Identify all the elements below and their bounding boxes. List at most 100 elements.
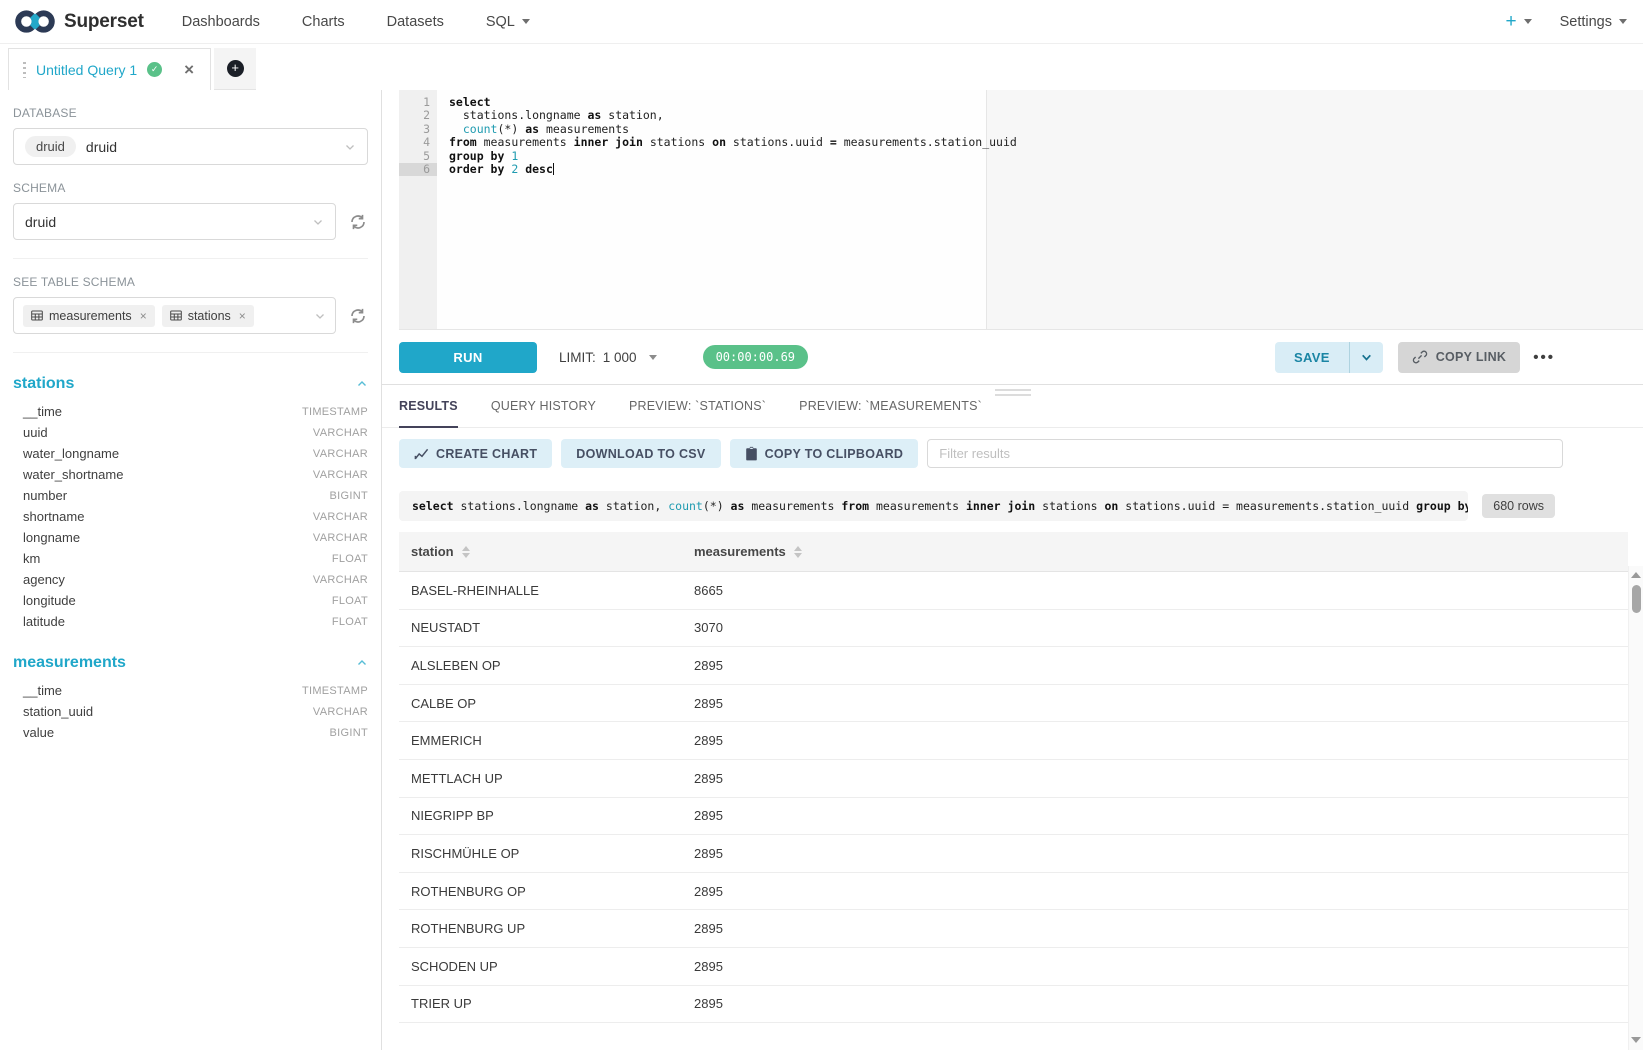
- schema-column-water-shortname: water_shortnameVARCHAR: [13, 464, 368, 485]
- results-scrollbar[interactable]: [1628, 566, 1643, 1050]
- cell-station: METTLACH UP: [399, 771, 682, 786]
- see-table-schema-label: SEE TABLE SCHEMA: [13, 275, 368, 289]
- table-pill-stations[interactable]: stations×: [162, 305, 254, 327]
- schema-column-time: __timeTIMESTAMP: [13, 680, 368, 701]
- schema-column-uuid: uuidVARCHAR: [13, 422, 368, 443]
- code-line-2: stations.longname as station,: [449, 109, 1643, 122]
- row-count-badge: 680 rows: [1482, 494, 1555, 518]
- chart-icon: [414, 446, 429, 461]
- query-timer-badge: 00:00:00.69: [703, 345, 808, 369]
- results-tab-results[interactable]: RESULTS: [399, 399, 458, 428]
- table-row: ALSLEBEN OP2895: [399, 647, 1628, 685]
- column-header-station[interactable]: station: [399, 544, 682, 559]
- schema-value: druid: [25, 214, 56, 230]
- query-tab-title: Untitled Query 1: [36, 62, 137, 78]
- cell-station: ROTHENBURG OP: [399, 884, 682, 899]
- clipboard-icon: [745, 446, 758, 461]
- sort-icon[interactable]: [462, 546, 470, 558]
- schema-column-longname: longnameVARCHAR: [13, 527, 368, 548]
- link-icon: [1412, 349, 1428, 365]
- cell-measurements: 2895: [682, 733, 1628, 748]
- table-grid-icon: [31, 310, 43, 321]
- scroll-down-icon[interactable]: [1631, 1037, 1641, 1043]
- nav-item-sql[interactable]: SQL: [486, 14, 530, 30]
- download-csv-button[interactable]: DOWNLOAD TO CSV: [561, 439, 720, 468]
- table-schema-select[interactable]: measurements× stations×: [13, 297, 336, 334]
- cell-measurements: 2895: [682, 808, 1628, 823]
- cell-measurements: 2895: [682, 921, 1628, 936]
- results-tab-preview-measurements[interactable]: PREVIEW: `MEASUREMENTS`: [799, 399, 982, 427]
- chevron-down-icon: [344, 141, 356, 153]
- code-line-4: from measurements inner join stations on…: [449, 136, 1643, 149]
- run-button[interactable]: RUN: [399, 342, 537, 373]
- table-row: NIEGRIPP BP2895: [399, 798, 1628, 836]
- cell-station: NEUSTADT: [399, 620, 682, 635]
- refresh-schema-icon[interactable]: [348, 213, 368, 231]
- cell-station: RISCHMÜHLE OP: [399, 846, 682, 861]
- cell-measurements: 2895: [682, 884, 1628, 899]
- add-tab-button[interactable]: +: [214, 48, 256, 90]
- column-header-measurements[interactable]: measurements: [682, 544, 1628, 559]
- settings-menu[interactable]: Settings: [1560, 14, 1627, 30]
- pane-resize-handle-icon[interactable]: [995, 389, 1031, 399]
- drag-handle-icon[interactable]: [23, 62, 26, 78]
- scrollbar-thumb[interactable]: [1632, 585, 1641, 613]
- results-tab-query-history[interactable]: QUERY HISTORY: [491, 399, 596, 427]
- table-row: CALBE OP2895: [399, 685, 1628, 723]
- sort-icon[interactable]: [794, 546, 802, 558]
- editor-toolbar: RUN LIMIT: 1 000 00:00:00.69 SAVE: [382, 330, 1643, 384]
- cell-station: EMMERICH: [399, 733, 682, 748]
- executed-query-preview[interactable]: select stations.longname as station, cou…: [399, 491, 1468, 521]
- cell-measurements: 2895: [682, 658, 1628, 673]
- database-label: DATABASE: [13, 106, 368, 120]
- chevron-up-icon[interactable]: [356, 657, 368, 669]
- remove-pill-icon[interactable]: ×: [239, 309, 246, 323]
- cell-station: ROTHENBURG UP: [399, 921, 682, 936]
- save-button[interactable]: SAVE: [1275, 342, 1349, 373]
- code-line-1: select: [449, 96, 1643, 109]
- create-chart-button[interactable]: CREATE CHART: [399, 439, 552, 468]
- tab-untitled-query[interactable]: Untitled Query 1 ✓ ×: [8, 48, 211, 90]
- top-nav: Superset Dashboards Charts Datasets SQL + S…: [0, 0, 1643, 44]
- schema-table-measurements[interactable]: measurements: [13, 654, 368, 672]
- database-value: druid: [86, 139, 117, 155]
- schema-column-value: valueBIGINT: [13, 722, 368, 743]
- scroll-up-icon[interactable]: [1631, 572, 1641, 578]
- save-dropdown-button[interactable]: [1349, 342, 1383, 373]
- code-line-6: order by 2 desc: [449, 163, 1643, 176]
- superset-brand[interactable]: Superset: [14, 7, 144, 36]
- nav-item-charts[interactable]: Charts: [302, 14, 345, 30]
- cell-measurements: 2895: [682, 696, 1628, 711]
- sql-editor[interactable]: 123456 select stations.longname as stati…: [399, 90, 1643, 330]
- schema-table-stations[interactable]: stations: [13, 375, 368, 393]
- nav-item-dashboards[interactable]: Dashboards: [182, 14, 260, 30]
- table-row: SCHODEN UP2895: [399, 948, 1628, 986]
- cell-measurements: 3070: [682, 620, 1628, 635]
- chevron-down-icon: [312, 216, 324, 228]
- chevron-down-icon: [649, 355, 657, 360]
- more-actions-button[interactable]: •••: [1533, 349, 1555, 366]
- refresh-tables-icon[interactable]: [348, 307, 368, 325]
- table-row: RISCHMÜHLE OP2895: [399, 835, 1628, 873]
- sqllab-left-panel: DATABASE druid druid SCHEMA druid: [0, 90, 381, 1050]
- cell-measurements: 2895: [682, 771, 1628, 786]
- close-tab-icon[interactable]: ×: [184, 61, 194, 78]
- cell-measurements: 2895: [682, 959, 1628, 974]
- new-item-button[interactable]: +: [1505, 11, 1531, 33]
- table-row: ROTHENBURG UP2895: [399, 910, 1628, 948]
- chevron-up-icon[interactable]: [356, 378, 368, 390]
- filter-results-input[interactable]: [927, 439, 1563, 468]
- editor-gutter: 123456: [399, 90, 437, 329]
- remove-pill-icon[interactable]: ×: [140, 309, 147, 323]
- table-pill-measurements[interactable]: measurements×: [23, 305, 155, 327]
- database-select[interactable]: druid druid: [13, 128, 368, 165]
- copy-to-clipboard-button[interactable]: COPY TO CLIPBOARD: [730, 439, 919, 468]
- schema-select[interactable]: druid: [13, 203, 336, 240]
- limit-dropdown[interactable]: LIMIT: 1 000: [559, 350, 657, 365]
- main-menu: Dashboards Charts Datasets SQL: [182, 14, 530, 30]
- code-line-3: count(*) as measurements: [449, 123, 1643, 136]
- nav-item-datasets[interactable]: Datasets: [387, 14, 444, 30]
- copy-link-button[interactable]: COPY LINK: [1398, 342, 1521, 373]
- results-tab-preview-stations[interactable]: PREVIEW: `STATIONS`: [629, 399, 766, 427]
- chevron-down-icon: [1524, 19, 1532, 24]
